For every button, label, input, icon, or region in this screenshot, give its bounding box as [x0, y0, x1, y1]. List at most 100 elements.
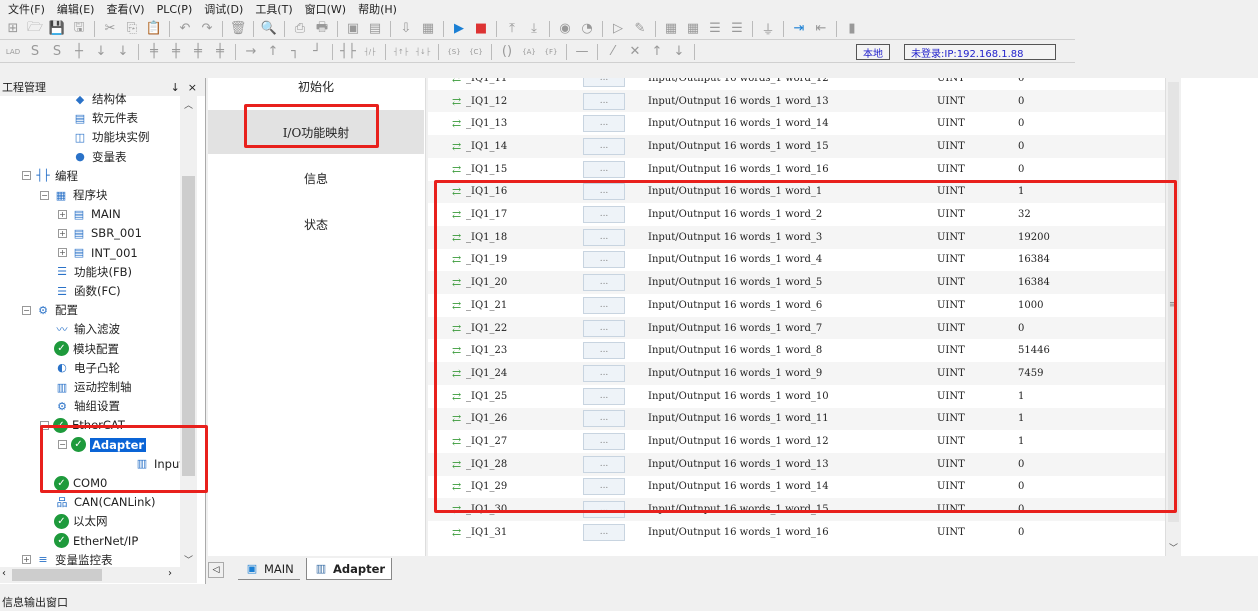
tree-item[interactable]: ◫ 功能块实例 — [72, 128, 150, 146]
browse-button[interactable]: ... — [583, 78, 625, 87]
toolbar-button-icon[interactable]: ┤↓├ — [414, 44, 432, 60]
toolbar-button-icon[interactable]: 🖫 — [70, 20, 88, 37]
toolbar-button-icon[interactable]: ┤/├ — [361, 44, 379, 60]
toolbar-button-icon[interactable]: ☰ — [706, 21, 724, 37]
tree-item[interactable]: ▤ 软元件表 — [72, 109, 138, 127]
tree-item[interactable]: 〰输入滤波 — [54, 320, 121, 338]
tree-item[interactable]: − ▦ 程序块 — [40, 186, 108, 204]
toolbar-button-icon[interactable]: 🖶 — [313, 20, 331, 37]
tree-item[interactable]: ☰ 功能块(FB) — [54, 263, 132, 281]
tree-item[interactable]: ☰ 函数(FC) — [54, 282, 121, 300]
toolbar-button-icon[interactable]: ↑ — [648, 44, 666, 60]
tree-item[interactable]: ✓ 以太网 — [54, 512, 108, 530]
toolbar-button-icon[interactable]: ▦ — [419, 21, 437, 37]
toolbar-button-icon[interactable]: () — [498, 44, 516, 60]
toolbar-button-icon[interactable]: LAD — [4, 44, 22, 60]
toolbar-button-icon[interactable]: ┐ — [286, 44, 304, 60]
table-row[interactable]: ⇄ _IQ1_31... Input/Outnput 16 words_1 word… — [428, 521, 1165, 544]
toolbar-button-icon[interactable]: ┤↑├ — [392, 44, 410, 60]
collapse-icon[interactable]: − — [22, 305, 31, 315]
tree-vertical-scrollbar[interactable]: ︿ ﹀ — [180, 96, 197, 568]
toolbar-button-icon[interactable]: S — [48, 44, 66, 60]
tree-item[interactable]: ✓ 模块配置 — [54, 340, 119, 358]
toolbar-button-icon[interactable]: ⎘ — [123, 21, 141, 37]
toolbar-button-icon[interactable]: ↓ — [114, 44, 132, 60]
variable-name[interactable]: _IQ1_11 — [466, 78, 507, 84]
toolbar-button-icon[interactable]: ┤├ — [339, 44, 357, 60]
toolbar-button-icon[interactable]: ⇥ — [790, 21, 808, 37]
tree-item[interactable]: ◆ 结构体 — [72, 90, 127, 108]
toolbar-button-icon[interactable]: ↓ — [670, 44, 688, 60]
menu-item[interactable]: 调试(D) — [204, 1, 243, 17]
toolbar-button-icon[interactable]: ⎙ — [291, 21, 309, 37]
toolbar-button-icon[interactable]: ╪ — [167, 44, 185, 60]
toolbar-button-icon[interactable]: ◉ — [556, 21, 574, 37]
local-badge[interactable]: 本地 — [856, 44, 890, 60]
toolbar-button-icon[interactable]: — — [573, 44, 591, 60]
menu-item[interactable]: 编辑(E) — [57, 1, 95, 17]
menu-item[interactable]: PLC(P) — [157, 3, 193, 16]
toolbar-button-icon[interactable]: {S} — [445, 44, 463, 60]
toolbar-button-icon[interactable]: ☰ — [728, 21, 746, 37]
tree-item[interactable]: ● 变量表 — [72, 148, 126, 166]
browse-button[interactable]: ... — [583, 523, 625, 541]
toolbar-button-icon[interactable]: ▶ — [450, 21, 468, 37]
tree-item[interactable]: + ▤ MAIN — [58, 205, 121, 223]
tree-item[interactable]: + ▤ INT_001 — [58, 244, 138, 262]
close-icon[interactable]: × — [188, 81, 197, 94]
table-row[interactable]: ⇄ _IQ1_12... Input/Outnput 16 words_1 word… — [428, 89, 1165, 113]
expand-icon[interactable]: + — [58, 209, 67, 219]
tree-item[interactable]: ⚙ 轴组设置 — [54, 397, 120, 415]
toolbar-button-icon[interactable]: 💾 — [48, 21, 66, 37]
toolbar-button-icon[interactable]: ⇩ — [397, 21, 415, 37]
nav-item[interactable]: 状态 — [208, 202, 424, 246]
tab-scroll-left[interactable]: ◁ — [208, 562, 224, 578]
toolbar-button-icon[interactable]: ✎ — [631, 21, 649, 37]
toolbar-button-icon[interactable]: ◔ — [578, 21, 596, 37]
login-status[interactable]: 未登录:IP:192.168.1.88 — [904, 44, 1056, 60]
toolbar-button-icon[interactable]: ⏚ — [759, 21, 777, 38]
toolbar-button-icon[interactable]: {A} — [520, 44, 538, 60]
menu-item[interactable]: 窗口(W) — [305, 1, 346, 17]
collapse-icon[interactable]: − — [40, 190, 49, 200]
toolbar-button-icon[interactable]: ⊞ — [4, 21, 22, 37]
toolbar-button-icon[interactable]: ▷ — [609, 21, 627, 37]
toolbar-button-icon[interactable]: S — [26, 44, 44, 60]
toolbar-button-icon[interactable]: ╪ — [189, 44, 207, 60]
table-row[interactable]: ⇄ _IQ1_13... Input/Outnput 16 words_1 word… — [428, 112, 1165, 136]
browse-button[interactable]: ... — [583, 92, 625, 110]
expand-icon[interactable]: + — [22, 555, 31, 565]
browse-button[interactable]: ... — [583, 115, 625, 133]
toolbar-button-icon[interactable]: → — [242, 44, 260, 60]
tree-item[interactable]: ✓ EtherNet/IP — [54, 532, 138, 550]
tree-horizontal-scrollbar[interactable]: ‹ › — [0, 567, 197, 583]
pin-icon[interactable]: ↓ — [171, 81, 180, 94]
toolbar-button-icon[interactable]: ↑ — [264, 44, 282, 60]
expand-icon[interactable]: + — [58, 248, 67, 258]
toolbar-button-icon[interactable]: ▮ — [843, 21, 861, 37]
toolbar-button-icon[interactable]: ■ — [472, 21, 490, 37]
menu-item[interactable]: 帮助(H) — [358, 1, 397, 17]
toolbar-button-icon[interactable]: 📋 — [145, 21, 163, 37]
toolbar-button-icon[interactable]: ▤ — [366, 21, 384, 37]
variable-name[interactable]: _IQ1_31 — [466, 527, 507, 538]
toolbar-button-icon[interactable]: ⇤ — [812, 21, 830, 37]
toolbar-button-icon[interactable]: ✕ — [626, 44, 644, 60]
toolbar-button-icon[interactable]: ⤓ — [525, 21, 543, 37]
collapse-icon[interactable]: − — [22, 171, 31, 181]
toolbar-button-icon[interactable]: ▦ — [662, 21, 680, 37]
toolbar-button-icon[interactable]: ⁄ — [604, 44, 622, 60]
expand-icon[interactable]: + — [58, 228, 67, 238]
toolbar-button-icon[interactable]: ↷ — [198, 21, 216, 37]
toolbar-button-icon[interactable]: ┼ — [70, 44, 88, 60]
toolbar-button-icon[interactable]: 🗑 — [229, 21, 247, 37]
nav-item[interactable]: 初始化 — [208, 64, 424, 108]
browse-button[interactable]: ... — [583, 160, 625, 178]
toolbar-button-icon[interactable]: ▣ — [344, 21, 362, 37]
toolbar-button-icon[interactable]: 🔍 — [260, 21, 278, 37]
toolbar-button-icon[interactable]: {C} — [467, 44, 485, 60]
tree-item[interactable]: − ⚙ 配置 — [22, 301, 78, 319]
toolbar-button-icon[interactable]: ⤒ — [503, 21, 521, 37]
nav-item[interactable]: 信息 — [208, 156, 424, 200]
toolbar-button-icon[interactable]: ↓ — [92, 44, 110, 60]
